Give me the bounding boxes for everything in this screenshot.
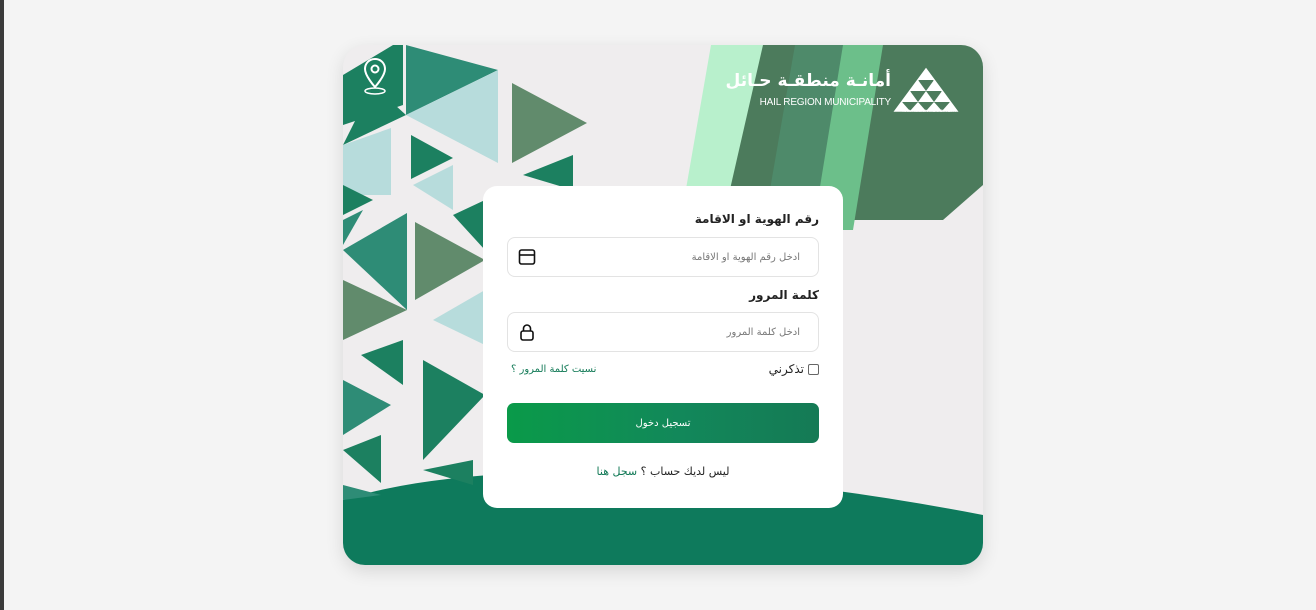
forgot-password-link[interactable]: نسيت كلمة المرور ؟ [511,364,596,375]
id-card-icon [518,249,536,265]
brand-mark-caption: HAIL REGION MUNICIPALITY [902,108,957,113]
brand-logo: أمانـة منطقـة حـائل HAIL REGION MUNICIPA… [726,67,973,119]
login-card: أمانـة منطقـة حـائل HAIL REGION MUNICIPA… [343,45,983,565]
lock-icon [520,324,534,341]
remember-label: تذكرني [768,362,804,376]
password-field-wrapper [507,312,819,352]
brand-name-arabic: أمانـة منطقـة حـائل [725,71,891,91]
signup-link[interactable]: سجل هنا [597,465,638,478]
no-account-text: ليس لديك حساب ؟ [640,465,730,478]
id-input[interactable] [550,238,800,276]
location-pin-icon [363,57,387,95]
window-edge [0,0,4,610]
login-form: رقم الهوية او الاقامة كلمة المرور تذكرني… [483,186,843,508]
id-label: رقم الهوية او الاقامة [694,212,819,226]
signup-line: ليس لديك حساب ؟ سجل هنا [483,465,843,478]
remember-me[interactable]: تذكرني [769,362,819,376]
brand-name-english: HAIL REGION MUNICIPALITY [759,97,892,108]
remember-checkbox[interactable] [808,363,819,375]
id-field-wrapper [507,237,819,277]
password-label: كلمة المرور [749,288,819,302]
login-button[interactable]: تسجيل دخول [507,403,819,443]
password-input[interactable] [550,313,800,351]
